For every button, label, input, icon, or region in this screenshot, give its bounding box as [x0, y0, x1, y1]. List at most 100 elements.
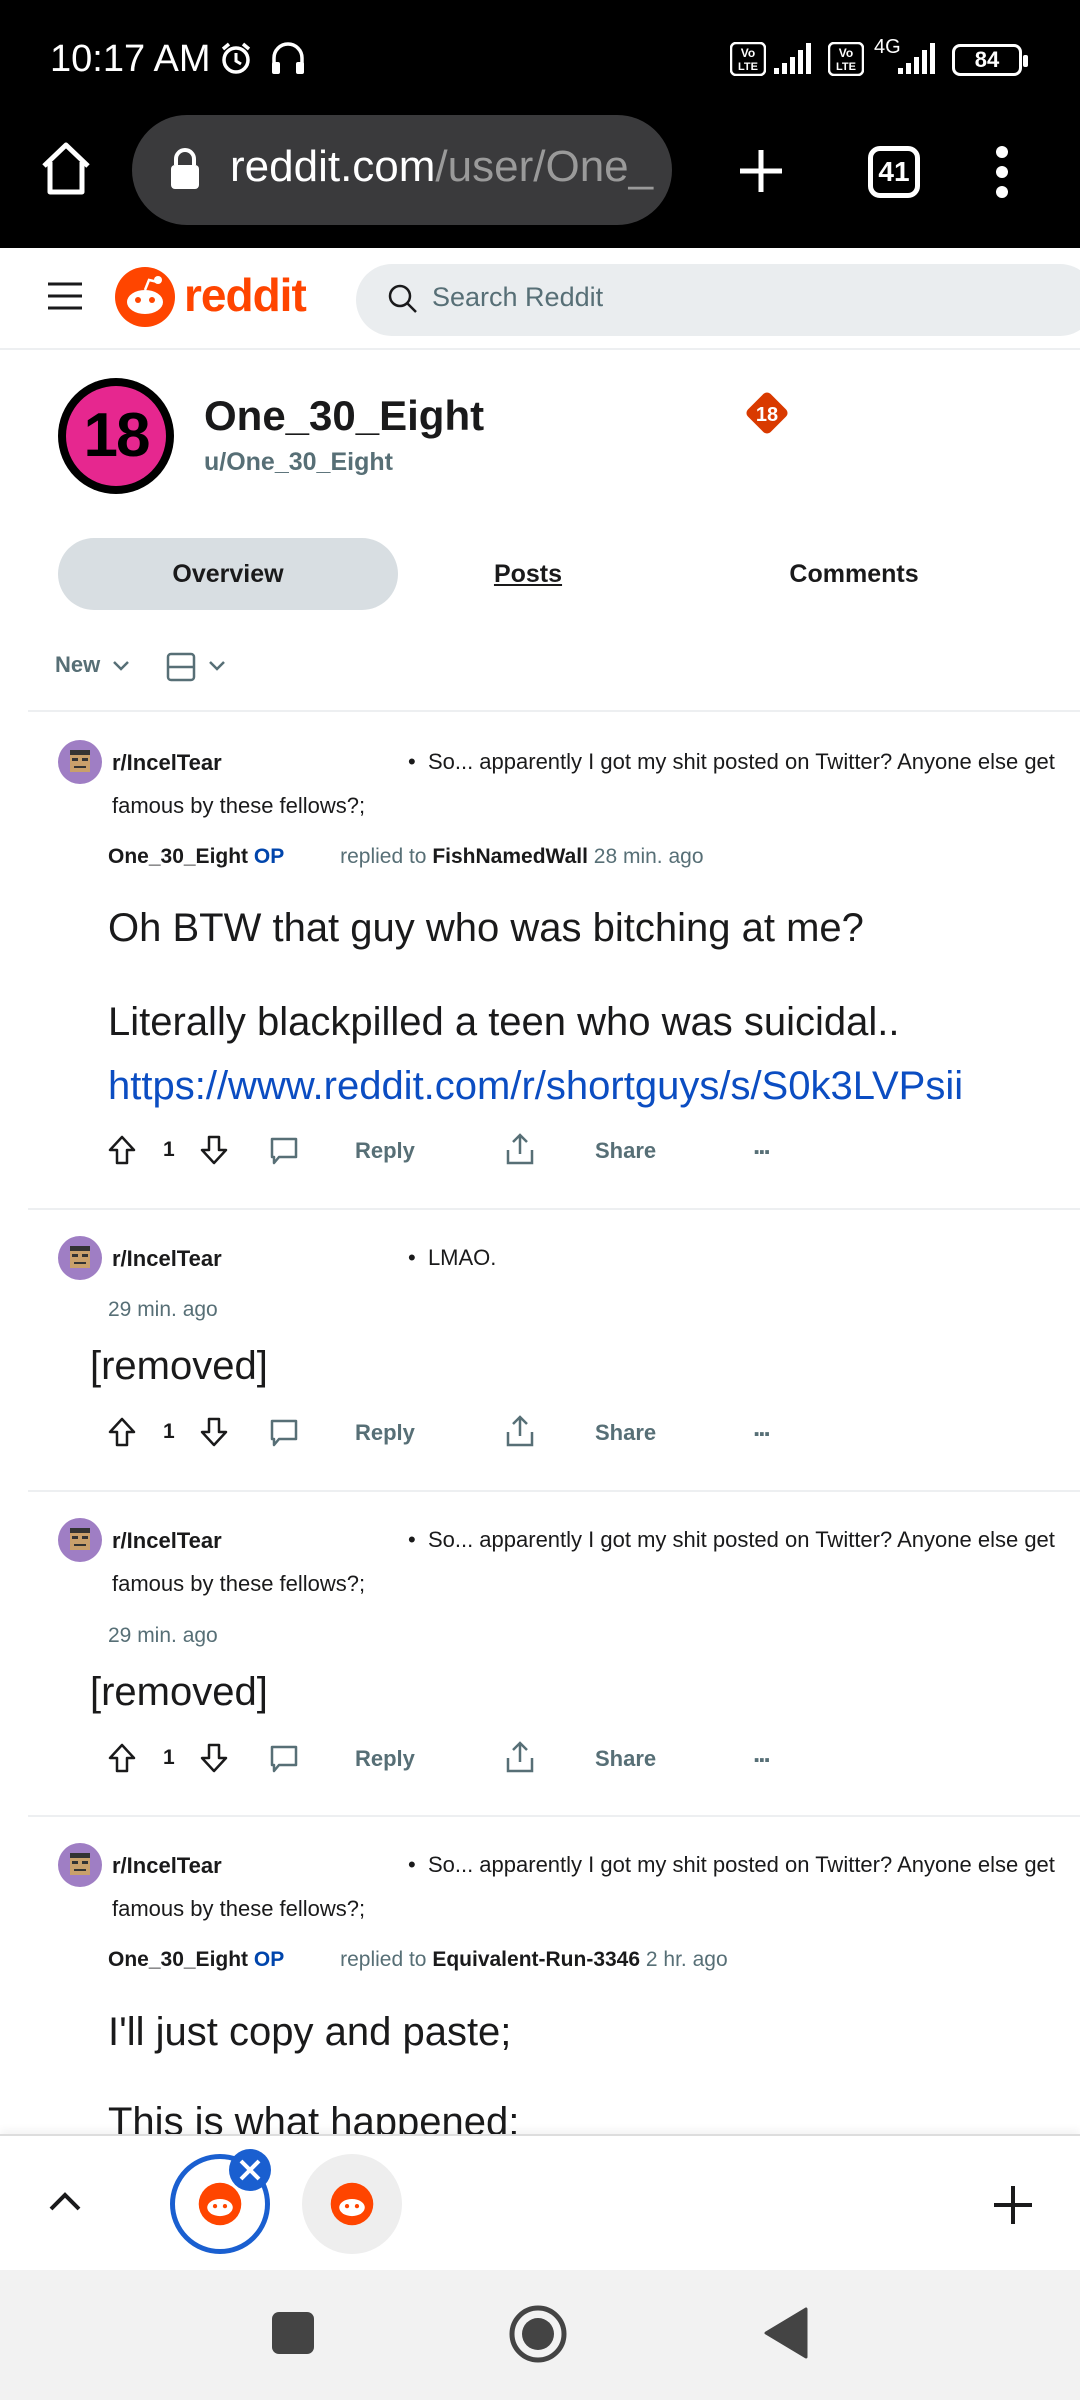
upvote-icon[interactable]: [107, 1742, 137, 1774]
reddit-tab-icon: [330, 2182, 374, 2226]
volte-icon-2: Vo LTE: [828, 42, 864, 76]
share-icon[interactable]: [505, 1132, 535, 1166]
search-icon: [388, 284, 417, 313]
back-nav-icon[interactable]: [762, 2306, 808, 2360]
upvote-icon[interactable]: [107, 1134, 137, 1166]
hamburger-menu-icon[interactable]: [46, 280, 84, 312]
divider: [28, 1490, 1080, 1492]
comment-bubble-icon[interactable]: [269, 1136, 299, 1166]
comment-author[interactable]: One_30_Eight: [108, 845, 248, 868]
comment-time: 2 hr. ago: [645, 1948, 728, 1971]
reply-button[interactable]: Reply: [355, 1420, 415, 1446]
layout-chevron-down-icon[interactable]: [208, 660, 226, 672]
comment-body-line-1: Oh BTW that guy who was bitching at me?: [108, 906, 864, 950]
subreddit-icon[interactable]: [58, 1236, 102, 1280]
more-options-button[interactable]: ...: [753, 1738, 771, 1769]
comment-actions: 1 Reply Share ...: [105, 1130, 805, 1174]
post-title-line-2[interactable]: famous by these fellows?;: [112, 1887, 365, 1931]
recents-icon[interactable]: [270, 2310, 316, 2356]
downvote-icon[interactable]: [199, 1416, 229, 1448]
tab-comments[interactable]: Comments: [760, 538, 948, 610]
subreddit-name[interactable]: r/IncelTear: [112, 1853, 222, 1879]
home-nav-icon[interactable]: [508, 2304, 568, 2364]
search-placeholder: Search Reddit: [432, 282, 604, 312]
op-badge: OP: [253, 1948, 285, 1971]
chevron-down-icon[interactable]: [112, 660, 130, 672]
downvote-icon[interactable]: [199, 1742, 229, 1774]
url-text[interactable]: reddit.com/user/One_: [230, 142, 660, 192]
share-icon[interactable]: [505, 1414, 535, 1448]
view-layout-icon[interactable]: [166, 652, 196, 682]
comment-body-line-1: [removed]: [90, 1670, 268, 1714]
tab-overview-label: Overview: [172, 560, 284, 588]
avatar[interactable]: 18: [58, 378, 174, 494]
battery-level: 84: [974, 47, 1000, 72]
replied-to-label: replied to: [340, 845, 427, 868]
vote-count: 1: [163, 1138, 175, 1161]
divider: [28, 1815, 1080, 1817]
share-icon[interactable]: [505, 1740, 535, 1774]
downvote-icon[interactable]: [199, 1134, 229, 1166]
vote-count: 1: [163, 1420, 175, 1443]
sort-dropdown[interactable]: New: [55, 652, 100, 678]
tab-comments-label: Comments: [789, 560, 919, 588]
avatar-text: 18: [66, 386, 166, 486]
subreddit-name[interactable]: r/IncelTear: [112, 1528, 222, 1554]
divider: [28, 710, 1080, 712]
comment-actions: 1 Reply Share ...: [105, 1412, 805, 1456]
subreddit-icon[interactable]: [58, 740, 102, 784]
profile-display-name: One_30_Eight: [204, 392, 485, 439]
status-bar: 10:17 AM Vo LTE Vo LTE 4G 84: [0, 0, 1080, 120]
more-options-button[interactable]: ...: [753, 1130, 771, 1161]
post-title-line-2[interactable]: famous by these fellows?;: [112, 1562, 365, 1606]
svg-text:LTE: LTE: [836, 61, 856, 73]
post-title-line-2[interactable]: famous by these fellows?;: [112, 784, 365, 828]
new-tab-icon[interactable]: [736, 146, 786, 196]
nsfw-badge-label: 18: [756, 404, 778, 426]
replied-to-user[interactable]: FishNamedWall: [432, 845, 588, 868]
tab-overview[interactable]: Overview: [58, 538, 398, 610]
add-tab-icon[interactable]: [992, 2184, 1034, 2226]
share-button[interactable]: Share: [595, 1138, 656, 1164]
subreddit-name[interactable]: r/IncelTear: [112, 750, 222, 776]
op-badge: OP: [253, 845, 285, 868]
share-button[interactable]: Share: [595, 1420, 656, 1446]
url-host: reddit.com: [230, 142, 436, 191]
comment-meta: One_30_Eight OP replied to FishNamedWall…: [108, 845, 704, 869]
close-tab-icon[interactable]: [228, 2148, 272, 2192]
profile-handle: u/One_30_Eight: [204, 448, 393, 476]
tab-posts-label: Posts: [493, 560, 563, 588]
post-title[interactable]: • So... apparently I got my shit posted …: [408, 1843, 1055, 1887]
divider: [28, 1208, 1080, 1210]
reply-button[interactable]: Reply: [355, 1138, 415, 1164]
tab-switcher-button[interactable]: 41: [868, 146, 920, 198]
comment-link[interactable]: https://www.reddit.com/r/shortguys/s/S0k…: [108, 1064, 963, 1109]
subreddit-icon[interactable]: [58, 1518, 102, 1562]
home-icon[interactable]: [40, 140, 92, 196]
lock-icon[interactable]: [168, 147, 202, 191]
comment-bubble-icon[interactable]: [269, 1418, 299, 1448]
subreddit-icon[interactable]: [58, 1843, 102, 1887]
comment-author[interactable]: One_30_Eight: [108, 1948, 248, 1971]
post-title-line-1: LMAO.: [427, 1245, 497, 1270]
subreddit-name[interactable]: r/IncelTear: [112, 1246, 222, 1272]
replied-to-user[interactable]: Equivalent-Run-3346: [432, 1948, 640, 1971]
more-options-button[interactable]: ...: [753, 1412, 771, 1443]
post-title[interactable]: • LMAO.: [408, 1236, 496, 1280]
reddit-logo-icon[interactable]: [114, 266, 176, 328]
signal-icon-1: [774, 43, 811, 74]
share-button[interactable]: Share: [595, 1746, 656, 1772]
reply-button[interactable]: Reply: [355, 1746, 415, 1772]
tab-posts[interactable]: Posts: [440, 538, 616, 610]
upvote-icon[interactable]: [107, 1416, 137, 1448]
url-path: /user/One_: [435, 142, 654, 191]
post-title[interactable]: • So... apparently I got my shit posted …: [408, 740, 1055, 784]
reddit-wordmark[interactable]: reddit: [184, 268, 307, 322]
signal-icon-2: [898, 43, 935, 74]
more-vert-icon[interactable]: [994, 144, 1010, 200]
comment-bubble-icon[interactable]: [269, 1744, 299, 1774]
chevron-up-icon[interactable]: [48, 2190, 82, 2212]
post-title-line-1: So... apparently I got my shit posted on…: [427, 1852, 1055, 1877]
post-title[interactable]: • So... apparently I got my shit posted …: [408, 1518, 1055, 1562]
replied-to-label: replied to: [340, 1948, 427, 1971]
